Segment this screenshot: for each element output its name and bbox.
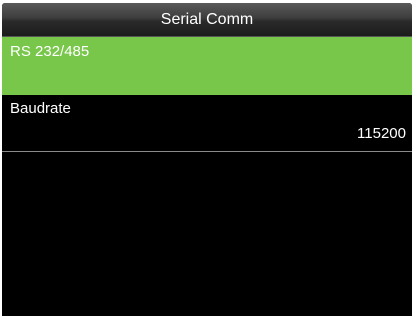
page-title: Serial Comm	[2, 3, 412, 37]
menu-item-label: Baudrate	[10, 100, 71, 117]
menu-item-rs232-485[interactable]: RS 232/485	[2, 37, 412, 95]
baudrate-value: 115200	[357, 125, 406, 142]
menu-item-baudrate[interactable]: Baudrate 115200	[2, 95, 412, 152]
menu-item-label: RS 232/485	[10, 43, 90, 60]
device-screen: Serial Comm RS 232/485 Baudrate 115200	[2, 3, 412, 316]
